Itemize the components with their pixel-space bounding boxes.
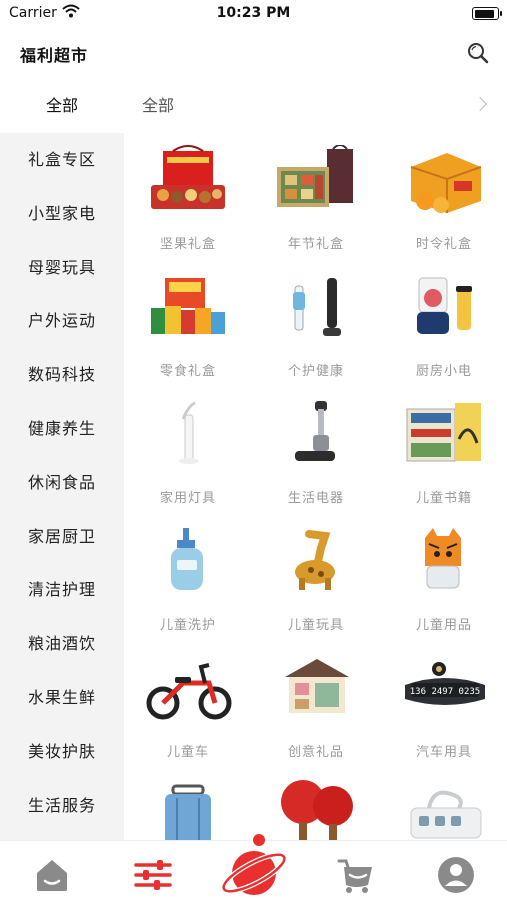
- phone-plate-text: 136 2497 0235: [410, 687, 480, 697]
- page-title: 福利超市: [20, 46, 89, 65]
- subcategory-item[interactable]: 儿童用品: [380, 514, 507, 641]
- sidebar-item[interactable]: 数码科技: [0, 348, 124, 402]
- category-header[interactable]: 全部: [124, 84, 507, 128]
- subcategory-label: 创意礼品: [287, 745, 344, 760]
- power-strip-icon: [410, 790, 482, 839]
- status-time: 10:23 PM: [216, 5, 291, 21]
- subcategory-label: 儿童用品: [415, 618, 472, 633]
- cart-icon[interactable]: [336, 855, 376, 895]
- miniature-house-icon: [285, 659, 349, 713]
- subcategory-item[interactable]: [252, 768, 380, 840]
- subcategory-item[interactable]: 坚果礼盒: [124, 133, 252, 260]
- subcategory-label: 家用灯具: [159, 491, 216, 506]
- subcategory-label: 生活电器: [287, 491, 344, 506]
- giraffe-toy-icon: [295, 530, 335, 590]
- planet-icon[interactable]: [218, 831, 290, 900]
- lamp-icon: [179, 401, 199, 464]
- subcategory-label: 儿童玩具: [287, 618, 344, 633]
- balance-bike-icon: [146, 663, 232, 720]
- subcategory-item[interactable]: 创意礼品: [252, 641, 380, 768]
- subcategory-label: 儿童车: [166, 745, 209, 760]
- subcategory-item[interactable]: 136 2497 0235 汽车用具: [380, 641, 507, 768]
- home-icon[interactable]: [32, 855, 72, 895]
- chevron-right-icon[interactable]: [472, 96, 488, 112]
- subcategory-label: 汽车用具: [415, 745, 472, 760]
- sidebar-item[interactable]: 小型家电: [0, 187, 124, 241]
- sidebar-item[interactable]: 休闲食品: [0, 456, 124, 510]
- seasonal-fruit-box-icon: [410, 153, 482, 213]
- subcategory-item[interactable]: 年节礼盒: [252, 133, 380, 260]
- personal-care-icon: [293, 278, 341, 336]
- category-sidebar: 礼盒专区 小型家电 母婴玩具 户外运动 数码科技 健康养生 休闲食品 家居厨卫 清洁护理 粮油酒饮…: [0, 133, 124, 840]
- sidebar-item-all[interactable]: 全部: [0, 84, 124, 128]
- subcategory-grid: 坚果礼盒 年节礼盒 时令礼盒零食礼盒 个护健康 厨房小电家用灯具 生活电器 儿童书籍儿童洗护…: [124, 133, 507, 840]
- sidebar-item[interactable]: 母婴玩具: [0, 241, 124, 295]
- subcategory-label: 年节礼盒: [287, 237, 344, 252]
- sidebar-item[interactable]: 美妆护肤: [0, 725, 124, 779]
- sidebar-item[interactable]: 生活服务: [0, 779, 124, 833]
- battery-level: [474, 9, 494, 18]
- nut-gift-box-icon: [151, 145, 225, 209]
- category-header-label: 全部: [142, 96, 175, 115]
- baby-lotion-icon: [171, 528, 203, 590]
- nav-header: 福利超市: [0, 30, 507, 76]
- book-set-icon: [406, 403, 481, 462]
- subcategory-label: 厨房小电: [415, 364, 472, 379]
- car-phone-plate-icon: 136 2497 0235: [405, 662, 485, 705]
- festival-gift-box-icon: [277, 145, 353, 207]
- subcategory-item[interactable]: 生活电器: [252, 387, 380, 514]
- subcategory-item[interactable]: [124, 768, 252, 840]
- sidebar-item[interactable]: 粮油酒饮: [0, 617, 124, 671]
- status-bar: Carrier 10:23 PM: [0, 0, 507, 30]
- blender-icon: [417, 277, 472, 334]
- subcategory-label: 坚果礼盒: [159, 237, 216, 252]
- tiger-bottle-icon: [425, 528, 461, 589]
- subcategory-label: 儿童书籍: [415, 491, 472, 506]
- subcategory-item[interactable]: 儿童洗护: [124, 514, 252, 641]
- subcategory-label: 零食礼盒: [159, 364, 216, 379]
- sidebar-item[interactable]: 健康养生: [0, 402, 124, 456]
- floor-washer-icon: [295, 401, 335, 461]
- subcategory-label: 时令礼盒: [415, 237, 472, 252]
- subcategory-item[interactable]: 儿童车: [124, 641, 252, 768]
- sidebar-item[interactable]: 户外运动: [0, 294, 124, 348]
- subcategory-item[interactable]: 零食礼盒: [124, 260, 252, 387]
- subcategory-label: 个护健康: [287, 364, 344, 379]
- sidebar-item[interactable]: 礼盒专区: [0, 133, 124, 187]
- subcategory-item[interactable]: [380, 768, 507, 840]
- battery-icon: [472, 7, 502, 20]
- category-sliders-icon[interactable]: [133, 855, 173, 895]
- sidebar-item[interactable]: 水果生鲜: [0, 671, 124, 725]
- subcategory-label: 儿童洗护: [159, 618, 216, 633]
- subcategory-item[interactable]: 儿童玩具: [252, 514, 380, 641]
- tab-bar: [0, 834, 507, 900]
- subcategory-item[interactable]: 个护健康: [252, 260, 380, 387]
- snack-gift-box-icon: [151, 278, 225, 334]
- subcategory-item[interactable]: 儿童书籍: [380, 387, 507, 514]
- profile-icon[interactable]: [436, 855, 476, 895]
- sidebar-item[interactable]: 家居厨卫: [0, 510, 124, 564]
- search-icon[interactable]: [465, 40, 491, 66]
- subcategory-item[interactable]: 时令礼盒: [380, 133, 507, 260]
- subcategory-item[interactable]: 家用灯具: [124, 387, 252, 514]
- sidebar-item[interactable]: 清洁护理: [0, 563, 124, 617]
- subcategory-item[interactable]: 厨房小电: [380, 260, 507, 387]
